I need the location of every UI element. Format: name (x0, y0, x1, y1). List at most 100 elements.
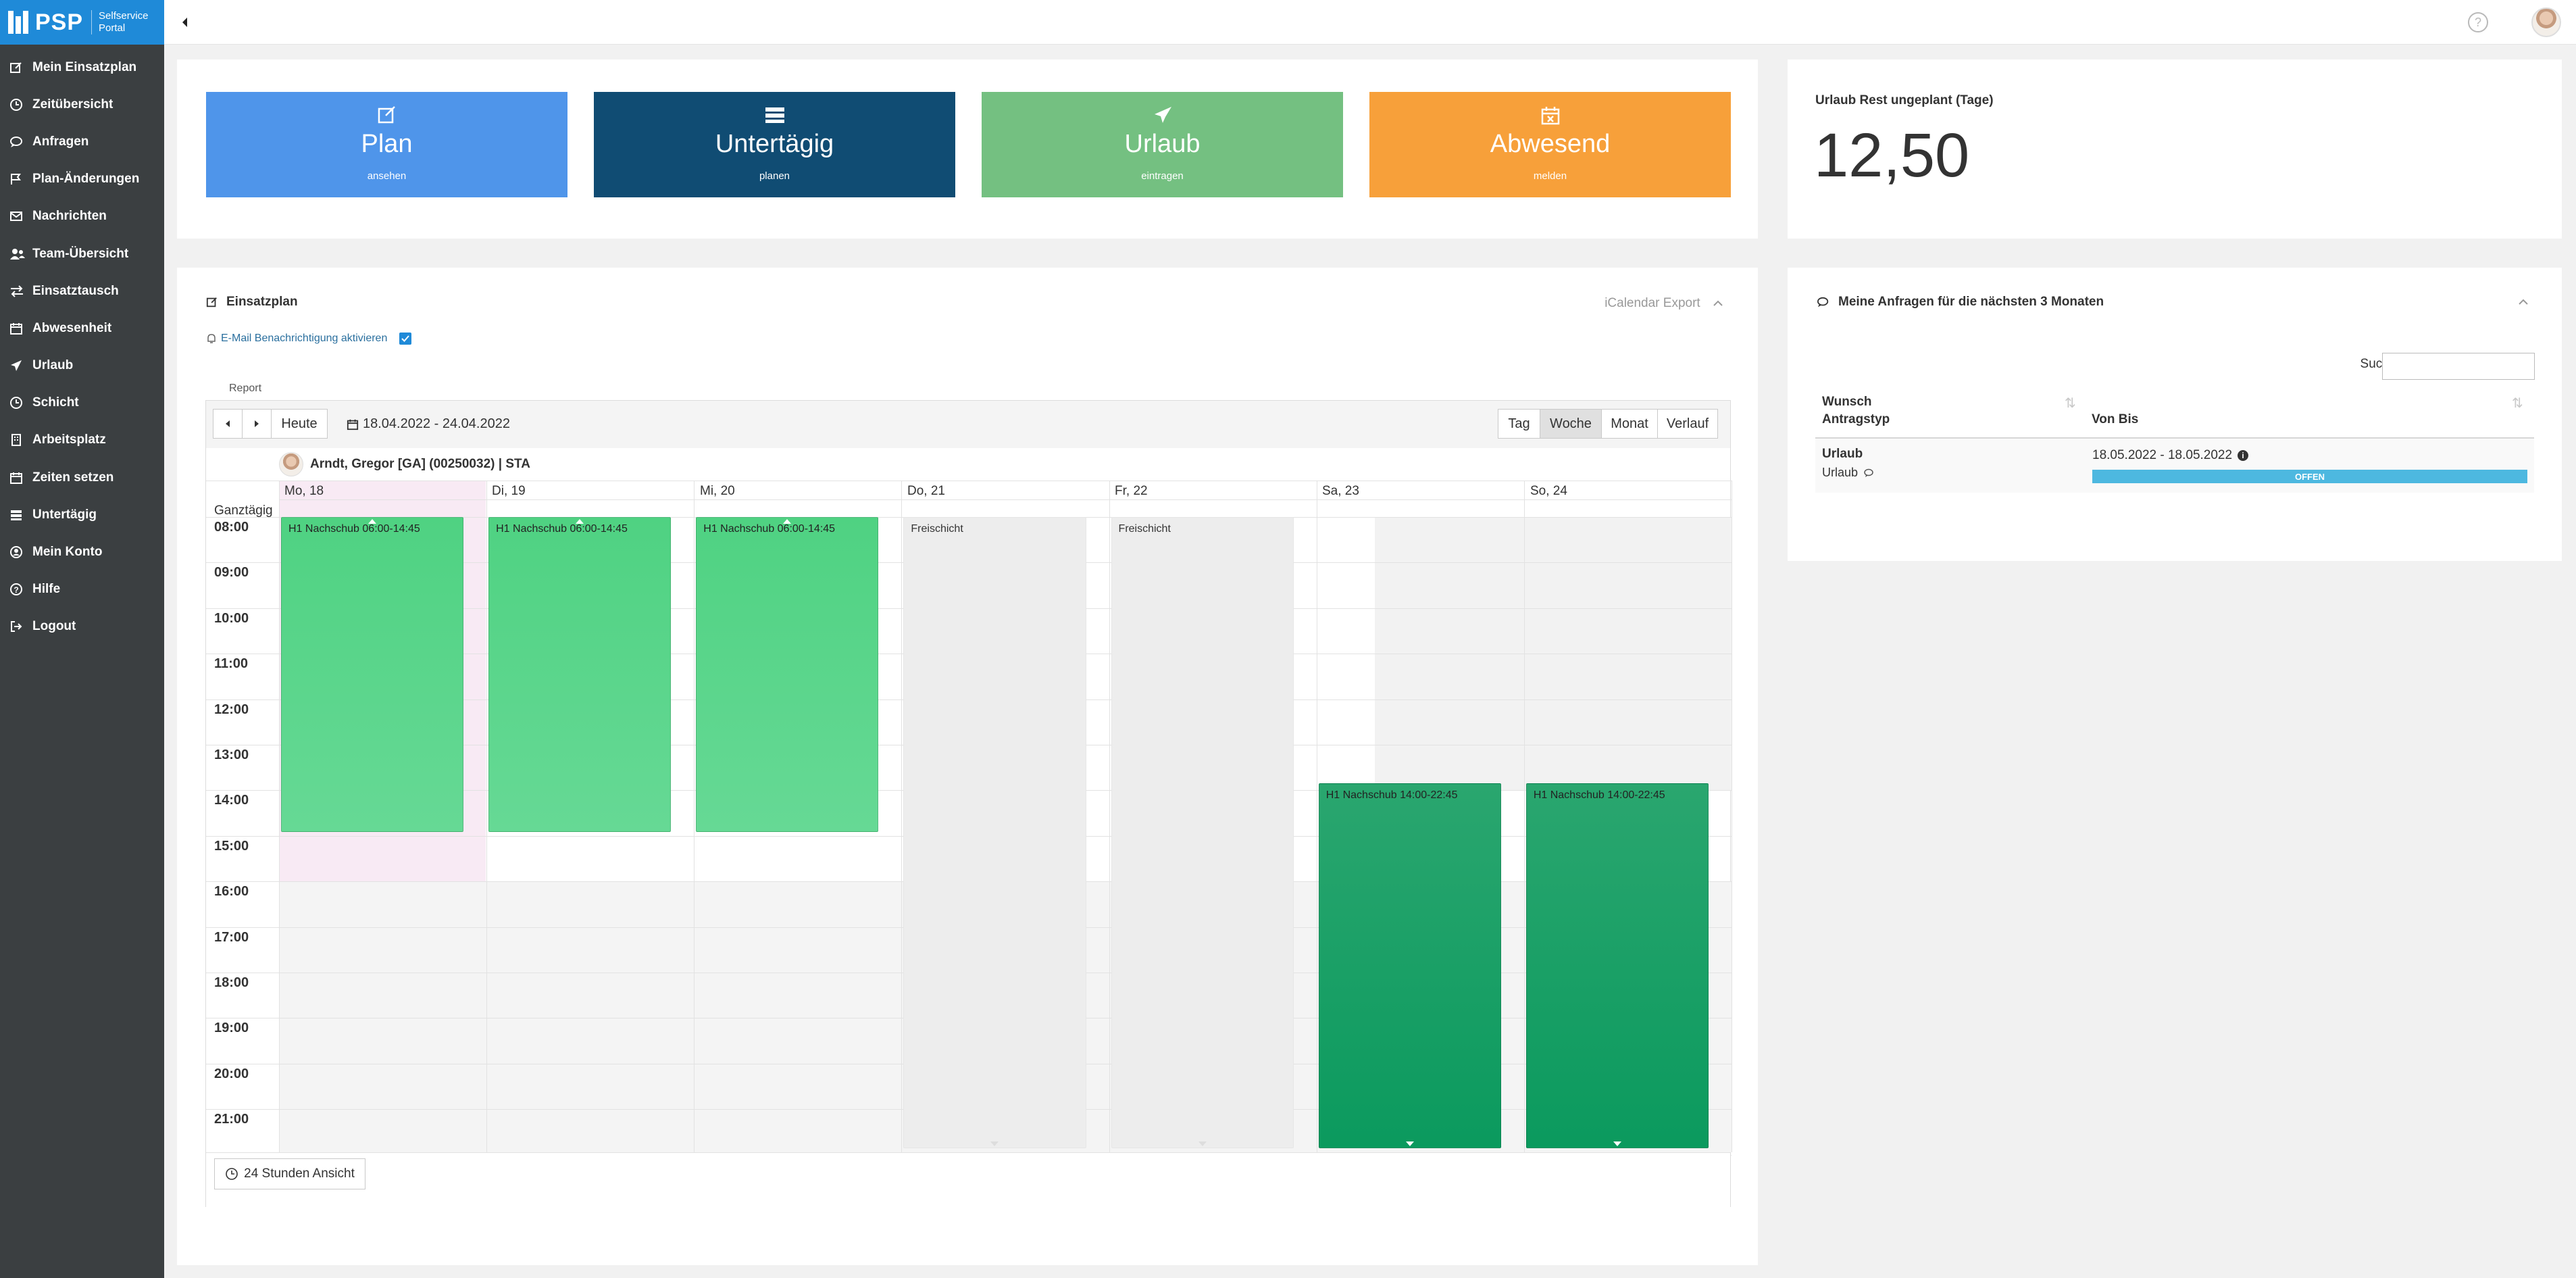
help-button[interactable]: ? (2468, 12, 2488, 32)
sidebar-item-untertaegig[interactable]: Untertägig (0, 496, 164, 533)
flag-icon (9, 172, 28, 186)
time-label: 12:00 (214, 702, 249, 717)
grid-hline (279, 499, 1732, 500)
tile-abwesend[interactable]: Abwesend melden (1369, 92, 1731, 197)
vacation-remaining-label: Urlaub Rest ungeplant (Tage) (1815, 93, 1994, 107)
caret-up-icon (368, 519, 377, 524)
sidebar-item-team-uebersicht[interactable]: Team-Übersicht (0, 235, 164, 272)
clock-icon (9, 98, 28, 112)
comment-icon[interactable] (1863, 468, 1874, 478)
report-tab[interactable]: Report (229, 383, 261, 395)
sidebar-item-mein-konto[interactable]: Mein Konto (0, 533, 164, 570)
shift-event[interactable]: H1 Nachschub 14:00-22:45 (1318, 783, 1501, 1148)
users-icon (9, 247, 28, 261)
brand-name: PSP (35, 9, 84, 35)
day-header: Do, 21 (907, 484, 945, 498)
column-header-wunsch[interactable]: Wunsch Antragstyp (1822, 393, 1890, 428)
24h-view-button[interactable]: 24 Stunden Ansicht (214, 1158, 365, 1189)
sidebar-item-einsatztausch[interactable]: Einsatztausch (0, 272, 164, 310)
shift-event[interactable]: Freischicht (1111, 517, 1294, 1148)
sidebar-item-zeituebersicht[interactable]: Zeitübersicht (0, 86, 164, 123)
time-label: 09:00 (214, 565, 249, 581)
shift-event[interactable]: H1 Nachschub 06:00-14:45 (696, 517, 879, 832)
search-input[interactable] (2382, 353, 2535, 380)
shift-event[interactable]: H1 Nachschub 14:00-22:45 (1525, 783, 1709, 1148)
sidebar-item-plan-aenderungen[interactable]: Plan-Änderungen (0, 161, 164, 198)
time-label: 10:00 (214, 610, 249, 626)
calendar-icon (9, 322, 28, 335)
view-woche-button[interactable]: Woche (1540, 409, 1602, 439)
column-header-von-bis[interactable]: Von Bis (2092, 411, 2138, 428)
sidebar-item-label: Mein Einsatzplan (32, 59, 137, 74)
sidebar-item-schicht[interactable]: Schicht (0, 385, 164, 422)
grid-vline (901, 481, 903, 1152)
sidebar-item-label: Urlaub (32, 358, 74, 373)
view-verlauf-button[interactable]: Verlauf (1657, 409, 1718, 439)
sidebar-item-logout[interactable]: Logout (0, 608, 164, 645)
shift-event[interactable]: Freischicht (903, 517, 1086, 1148)
sidebar-item-hilfe[interactable]: ? Hilfe (0, 571, 164, 608)
bell-icon (207, 334, 216, 343)
sidebar-item-mein-einsatzplan[interactable]: Mein Einsatzplan (0, 49, 164, 86)
schedule-title: Einsatzplan (206, 295, 298, 310)
chat-icon (1817, 297, 1829, 308)
sidebar-item-urlaub[interactable]: Urlaub (0, 347, 164, 385)
sidebar-item-nachrichten[interactable]: Nachrichten (0, 198, 164, 235)
edit-icon (9, 61, 28, 74)
caret-down-icon (1198, 1141, 1207, 1146)
prev-week-button[interactable] (213, 409, 243, 439)
plane-icon (982, 105, 1343, 124)
tile-plan[interactable]: Plan ansehen (206, 92, 567, 197)
email-notify-row: E-Mail Benachrichtigung aktivieren (206, 333, 412, 345)
next-week-button[interactable] (242, 409, 272, 439)
table-row[interactable]: Urlaub Urlaub 18.05.2022 - 18.05.2022 i … (1815, 439, 2534, 493)
building-icon (9, 433, 28, 447)
chevron-up-icon[interactable] (2519, 299, 2528, 305)
calendar-footer: 24 Stunden Ansicht (206, 1152, 1730, 1208)
date-range[interactable]: 18.04.2022 - 24.04.2022 (347, 416, 510, 432)
employee-avatar (279, 452, 303, 476)
sort-icon[interactable]: ⇅ (2065, 395, 2076, 412)
time-label: 16:00 (214, 884, 249, 900)
day-header: Mi, 20 (700, 484, 735, 498)
time-label: 19:00 (214, 1021, 249, 1036)
tile-urlaub[interactable]: Urlaub eintragen (982, 92, 1343, 197)
edit-icon (206, 105, 567, 124)
time-label: 14:00 (214, 793, 249, 808)
sort-icon[interactable]: ⇅ (2512, 395, 2523, 412)
grid-vline (1109, 481, 1110, 1152)
requests-panel: Meine Anfragen für die nächsten 3 Monate… (1788, 268, 2562, 561)
today-button[interactable]: Heute (271, 409, 328, 439)
sidebar-item-label: Logout (32, 619, 76, 634)
sidebar-item-zeiten-setzen[interactable]: Zeiten setzen (0, 459, 164, 496)
tile-untertaegig[interactable]: Untertägig planen (594, 92, 955, 197)
sidebar-toggle-button[interactable] (178, 15, 191, 30)
brand-logo[interactable]: PSP Selfservice Portal (0, 0, 164, 45)
sidebar-item-arbeitsplatz[interactable]: Arbeitsplatz (0, 422, 164, 459)
logout-icon (9, 620, 28, 633)
svg-text:?: ? (14, 585, 18, 595)
day-header: Di, 19 (492, 484, 526, 498)
caret-down-icon (1613, 1141, 1621, 1146)
employee-row: Arndt, Gregor [GA] (00250032) | STA (279, 448, 1732, 481)
tile-label: Plan (361, 130, 413, 158)
sidebar-item-anfragen[interactable]: Anfragen (0, 123, 164, 160)
view-tag-button[interactable]: Tag (1498, 409, 1540, 439)
ical-export-link[interactable]: iCalendar Export (1605, 296, 1723, 311)
tile-sublabel: eintragen (1141, 170, 1184, 182)
calendar-icon (347, 419, 359, 430)
shift-event[interactable]: H1 Nachschub 06:00-14:45 (281, 517, 464, 832)
mail-icon (9, 210, 28, 223)
calendar: Heute 18.04.2022 - 24.04.2022 Tag Woche … (205, 400, 1732, 1208)
quick-actions-panel: Plan ansehen Untertägig planen Urlaub ei… (177, 59, 1758, 239)
chevron-up-icon (1713, 300, 1723, 306)
view-monat-button[interactable]: Monat (1601, 409, 1658, 439)
sidebar-item-abwesenheit[interactable]: Abwesenheit (0, 310, 164, 347)
info-icon[interactable]: i (2238, 450, 2249, 461)
status-badge: OFFEN (2092, 470, 2527, 483)
sidebar-item-label: Arbeitsplatz (32, 433, 106, 447)
email-notify-checkbox[interactable] (399, 333, 412, 345)
user-avatar[interactable] (2531, 7, 2561, 37)
caret-down-icon (1405, 1141, 1414, 1146)
shift-event[interactable]: H1 Nachschub 06:00-14:45 (488, 517, 672, 832)
